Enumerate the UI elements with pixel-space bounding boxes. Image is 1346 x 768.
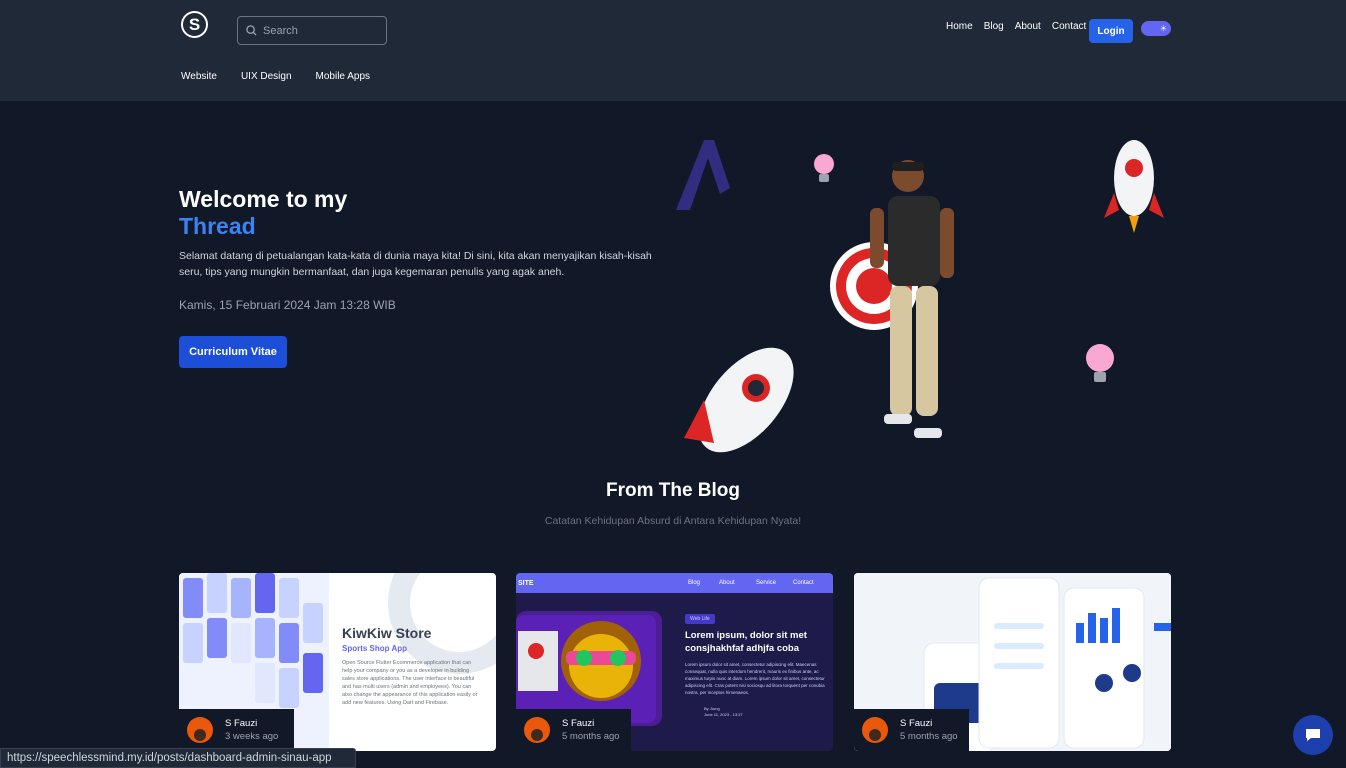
main-nav: Home Blog About Contact: [946, 21, 1086, 32]
nav-contact[interactable]: Contact: [1052, 21, 1086, 32]
avatar: [524, 717, 550, 743]
thumbnail-title: Lorem ipsum, dolor sit met consjhakhfaf …: [685, 630, 807, 654]
post-time: 3 weeks ago: [225, 731, 279, 742]
blog-section-title: From The Blog: [605, 480, 741, 501]
post-author: S Fauzi 5 months ago: [854, 709, 969, 751]
chat-button[interactable]: [1293, 715, 1333, 755]
top-header: S Home Blog About Contact Login ☀ Websit…: [0, 0, 1346, 101]
hero-title: Welcome to my Thread: [179, 186, 348, 239]
nav-about[interactable]: About: [1015, 21, 1041, 32]
abstract-shape: [676, 140, 730, 210]
search-input[interactable]: [263, 24, 373, 37]
author-name: S Fauzi: [562, 718, 595, 729]
category-nav: Website UIX Design Mobile Apps: [181, 71, 370, 82]
blog-card[interactable]: KiwKiw Store Sports Shop App Open Source…: [179, 573, 496, 751]
rocket-icon-large: [684, 347, 794, 453]
author-name: S Fauzi: [900, 718, 933, 729]
blog-card[interactable]: S Fauzi 5 months ago: [854, 573, 1171, 751]
nav-home[interactable]: Home: [946, 21, 973, 32]
search-box[interactable]: [237, 16, 387, 45]
category-website[interactable]: Website: [181, 71, 217, 82]
login-button[interactable]: Login: [1089, 19, 1133, 43]
rocket-icon: [1104, 140, 1164, 233]
blog-card[interactable]: SITE Blog About Service Contact Web Life…: [516, 573, 833, 751]
lightbulb-icon-right: [1086, 344, 1114, 382]
thumbnail-subtitle: Sports Shop App: [342, 644, 408, 653]
thumbnail-tag: Web Life: [685, 614, 715, 624]
author-name: S Fauzi: [225, 718, 258, 729]
post-author: S Fauzi 3 weeks ago: [179, 709, 294, 751]
link-preview-statusbar: https://speechlessmind.my.id/posts/dashb…: [0, 748, 356, 768]
site-logo[interactable]: S: [181, 11, 208, 38]
chat-bubble-icon: [1306, 729, 1320, 741]
sun-icon: ☀: [1159, 24, 1168, 33]
theme-toggle[interactable]: ☀: [1141, 21, 1171, 36]
hero-title-accent: Thread: [179, 213, 256, 239]
post-time: 5 months ago: [562, 731, 620, 742]
curriculum-vitae-button[interactable]: Curriculum Vitae: [179, 336, 287, 368]
avatar: [862, 717, 888, 743]
thumbnail-byline: By. Aung June 11, 2023 - 13:37: [704, 706, 743, 717]
blog-section-subtitle: Catatan Kehidupan Absurd di Antara Kehid…: [544, 515, 802, 527]
nav-blog[interactable]: Blog: [984, 21, 1004, 32]
category-uix-design[interactable]: UIX Design: [241, 71, 292, 82]
category-mobile-apps[interactable]: Mobile Apps: [316, 71, 370, 82]
avatar: [187, 717, 213, 743]
hero-description: Selamat datang di petualangan kata-kata …: [179, 250, 652, 278]
hero-date: Kamis, 15 Februari 2024 Jam 13:28 WIB: [179, 298, 396, 312]
lightbulb-icon: [814, 154, 834, 182]
hero-illustration: [676, 140, 1164, 453]
thumbnail-text: Lorem ipsum dolor sit amet, consectetur …: [685, 662, 825, 695]
search-icon: [246, 25, 257, 36]
post-time: 5 months ago: [900, 731, 958, 742]
thumbnail-text: Open Source Flutter Ecommerce applicatio…: [342, 660, 478, 706]
thumbnail-navbar: SITE Blog About Service Contact: [516, 573, 833, 593]
thumbnail-title: KiwKiw Store: [342, 625, 432, 641]
post-author: S Fauzi 5 months ago: [516, 709, 631, 751]
